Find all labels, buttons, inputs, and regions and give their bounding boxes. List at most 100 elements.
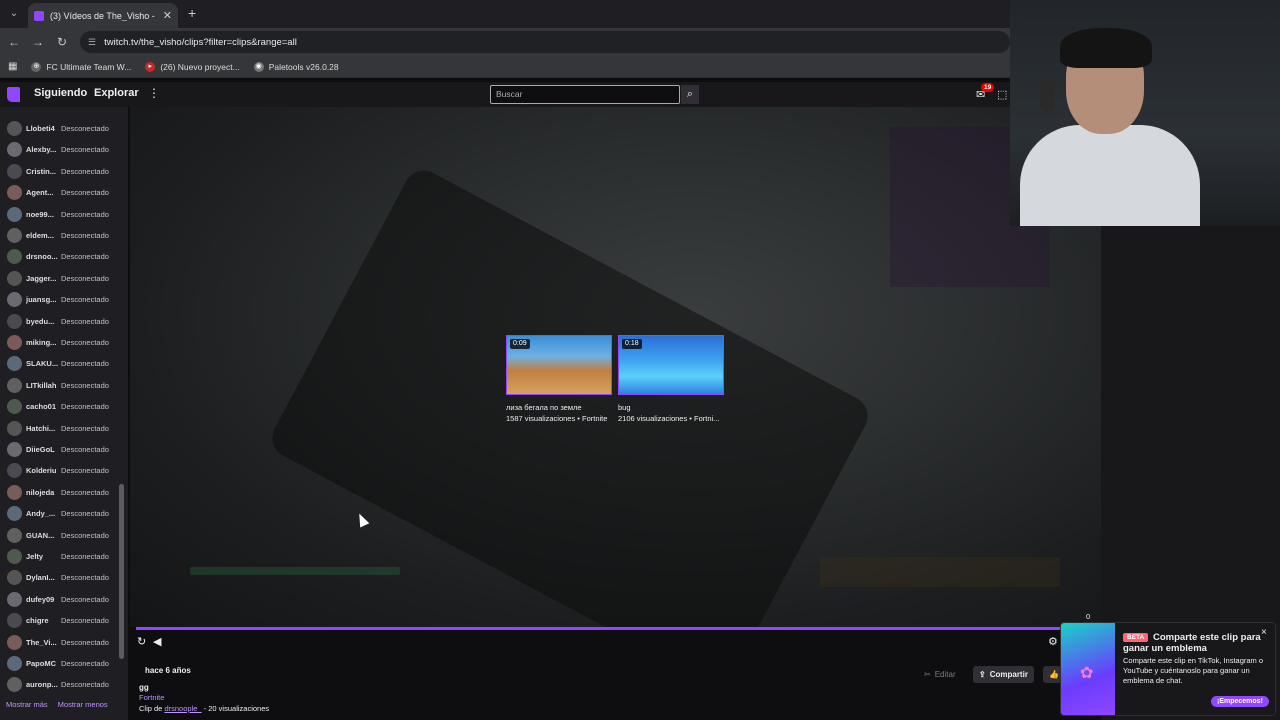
twitch-top-nav: Siguiendo Explorar ⋮ Buscar ⌕ ✉ 19 ⬚ bbox=[0, 82, 1010, 107]
get-started-button[interactable]: ¡Empecemos! bbox=[1211, 696, 1269, 707]
whispers-icon[interactable]: ⬚ bbox=[997, 88, 1007, 101]
url-field[interactable]: ☰ twitch.tv/the_visho/clips?filter=clips… bbox=[80, 31, 1010, 53]
volume-icon[interactable]: ◀ bbox=[153, 635, 161, 648]
back-arrow-icon[interactable]: ← bbox=[6, 34, 22, 50]
sidebar-channel-name: juansg... bbox=[26, 295, 57, 305]
twitch-logo-icon[interactable] bbox=[7, 87, 20, 102]
following-link[interactable]: Siguiendo bbox=[34, 87, 87, 99]
clip-main-title: gg bbox=[139, 683, 149, 692]
sidebar-channel-item[interactable]: auronp... Desconectado bbox=[0, 674, 128, 695]
sidebar-channel-item[interactable]: drsnoo... Desconectado bbox=[0, 246, 128, 267]
sidebar-channel-item[interactable]: Jelty Desconectado bbox=[0, 546, 128, 567]
forward-arrow-icon[interactable]: → bbox=[30, 34, 46, 50]
share-clip-toast: ✿ BETA Comparte este clip para ganar un … bbox=[1060, 622, 1276, 716]
sidebar-channel-item[interactable]: PapoMC Desconectado bbox=[0, 653, 128, 674]
tab-close-icon[interactable]: ✕ bbox=[163, 9, 172, 22]
edit-button[interactable]: ✂ Editar bbox=[918, 666, 962, 683]
sidebar-channel-item[interactable]: Andy_... Desconectado bbox=[0, 503, 128, 524]
reload-icon[interactable]: ↻ bbox=[54, 34, 70, 50]
avatar bbox=[7, 484, 22, 500]
avatar bbox=[7, 121, 22, 136]
sidebar-channel-status: Desconectado bbox=[61, 487, 109, 497]
sidebar-channel-item[interactable]: Jagger... Desconectado bbox=[0, 268, 128, 289]
sidebar-channel-item[interactable]: eldem... Desconectado bbox=[0, 225, 128, 246]
sidebar-channel-item[interactable]: juansg... Desconectado bbox=[0, 289, 128, 310]
apps-grid-icon[interactable]: ▦ bbox=[8, 61, 17, 72]
inbox-icon[interactable]: ✉ 19 bbox=[976, 83, 995, 101]
sidebar-channel-item[interactable]: cacho01 Desconectado bbox=[0, 396, 128, 417]
sidebar-channel-item[interactable]: LITkillah Desconectado bbox=[0, 375, 128, 396]
progress-bar[interactable] bbox=[136, 627, 1060, 630]
bookmark-item[interactable]: ◉ Paletools v26.0.28 bbox=[253, 61, 339, 72]
clip-title[interactable]: bug bbox=[618, 403, 724, 412]
related-clip-card[interactable]: 0:18 bug 2106 visualizaciones • Fortni..… bbox=[618, 335, 724, 423]
sidebar-channel-status: Desconectado bbox=[61, 273, 109, 283]
notification-badge: 19 bbox=[981, 83, 995, 92]
sidebar-channel-item[interactable]: Llobeti4 Desconectado bbox=[0, 118, 128, 139]
video-player[interactable]: 0:09 лиза бегала по земле 1587 visualiza… bbox=[130, 107, 1102, 627]
avatar bbox=[7, 377, 22, 393]
share-button[interactable]: ⇪ Compartir bbox=[973, 666, 1034, 683]
clip-thumbnail[interactable]: 0:09 bbox=[506, 335, 612, 395]
sidebar-channel-name: Hatchi... bbox=[26, 423, 56, 433]
sidebar-channel-item[interactable]: DiieGoL Desconectado bbox=[0, 439, 128, 460]
avatar bbox=[7, 463, 22, 479]
close-icon[interactable]: × bbox=[1261, 627, 1267, 638]
show-more-link[interactable]: Mostrar más bbox=[6, 700, 48, 709]
sidebar-channel-item[interactable]: Cristin... Desconectado bbox=[0, 161, 128, 182]
game-link[interactable]: Fortnite bbox=[139, 693, 164, 702]
toast-heading: Comparte este clip para ganar un emblema bbox=[1123, 632, 1261, 654]
more-options-icon[interactable]: ⋮ bbox=[148, 86, 160, 100]
clipper-link[interactable]: drsnoople_ bbox=[164, 704, 201, 713]
bookmark-item[interactable]: ▸ (26) Nuevo proyect... bbox=[145, 61, 240, 72]
sidebar-channel-item[interactable]: miking... Desconectado bbox=[0, 332, 128, 353]
bookmarks-bar: ▦ ⊕ FC Ultimate Team W... ▸ (26) Nuevo p… bbox=[0, 56, 1010, 78]
sidebar-channel-item[interactable]: noe99... Desconectado bbox=[0, 204, 128, 225]
sidebar-channel-item[interactable]: Hatchi... Desconectado bbox=[0, 418, 128, 439]
new-tab-button[interactable]: + bbox=[188, 5, 196, 21]
url-text: twitch.tv/the_visho/clips?filter=clips&r… bbox=[104, 36, 297, 48]
share-icon: ⇪ bbox=[979, 670, 986, 679]
avatar bbox=[7, 677, 22, 693]
search-icon[interactable]: ⌕ bbox=[681, 85, 699, 104]
avatar bbox=[7, 142, 22, 158]
sidebar-channel-name: dufey09 bbox=[26, 594, 55, 604]
sidebar-channel-item[interactable]: Alexby... Desconectado bbox=[0, 139, 128, 160]
sidebar-channel-name: Jagger... bbox=[26, 273, 57, 283]
sidebar-channel-item[interactable]: Kolderiu Desconectado bbox=[0, 460, 128, 481]
sidebar-channel-name: Andy_... bbox=[26, 509, 56, 519]
player-counter: 0 bbox=[1086, 612, 1091, 621]
clip-thumbnail[interactable]: 0:18 bbox=[618, 335, 724, 395]
sidebar-channel-item[interactable]: nilojeda Desconectado bbox=[0, 482, 128, 503]
sidebar-channel-item[interactable]: Agent... Desconectado bbox=[0, 182, 128, 203]
avatar bbox=[7, 442, 22, 457]
sidebar-channel-item[interactable]: DylanI... Desconectado bbox=[0, 567, 128, 588]
tab-search-icon[interactable]: ⌄ bbox=[6, 6, 22, 22]
sidebar-channel-status: Desconectado bbox=[61, 338, 109, 347]
like-button[interactable]: 👍 bbox=[1043, 666, 1061, 683]
related-clip-card[interactable]: 0:09 лиза бегала по земле 1587 visualiza… bbox=[506, 335, 612, 423]
settings-gear-icon[interactable]: ⚙ bbox=[1048, 635, 1058, 648]
sidebar-channel-status: Desconectado bbox=[61, 252, 109, 262]
sidebar-channel-name: DiieGoL bbox=[26, 445, 55, 454]
clip-title[interactable]: лиза бегала по земле bbox=[506, 403, 612, 412]
show-less-link[interactable]: Mostrar menos bbox=[58, 700, 108, 709]
sidebar-channel-item[interactable]: chigre Desconectado bbox=[0, 610, 128, 631]
bookmark-item[interactable]: ⊕ FC Ultimate Team W... bbox=[31, 61, 131, 72]
sidebar-channel-status: Desconectado bbox=[61, 637, 109, 647]
avatar bbox=[7, 399, 22, 415]
sidebar-channel-item[interactable]: SLAKU... Desconectado bbox=[0, 353, 128, 374]
sidebar-channel-item[interactable]: The_Vi... Desconectado bbox=[0, 632, 128, 653]
browser-tab[interactable]: (3) Vídeos de The_Visho - Twitch ✕ bbox=[28, 3, 178, 28]
sidebar-channel-item[interactable]: GUAN... Desconectado bbox=[0, 525, 128, 546]
sidebar-channel-item[interactable]: byedu... Desconectado bbox=[0, 311, 128, 332]
sidebar-scrollbar[interactable] bbox=[119, 484, 124, 659]
search-input[interactable]: Buscar bbox=[490, 85, 680, 104]
sidebar-channel-status: Desconectado bbox=[61, 402, 109, 412]
site-info-icon[interactable]: ☰ bbox=[88, 37, 96, 48]
replay-icon[interactable]: ↻ bbox=[137, 635, 146, 648]
sidebar-channel-status: Desconectado bbox=[61, 552, 109, 561]
avatar bbox=[7, 163, 22, 179]
browse-link[interactable]: Explorar bbox=[94, 87, 139, 99]
sidebar-channel-item[interactable]: dufey09 Desconectado bbox=[0, 589, 128, 610]
